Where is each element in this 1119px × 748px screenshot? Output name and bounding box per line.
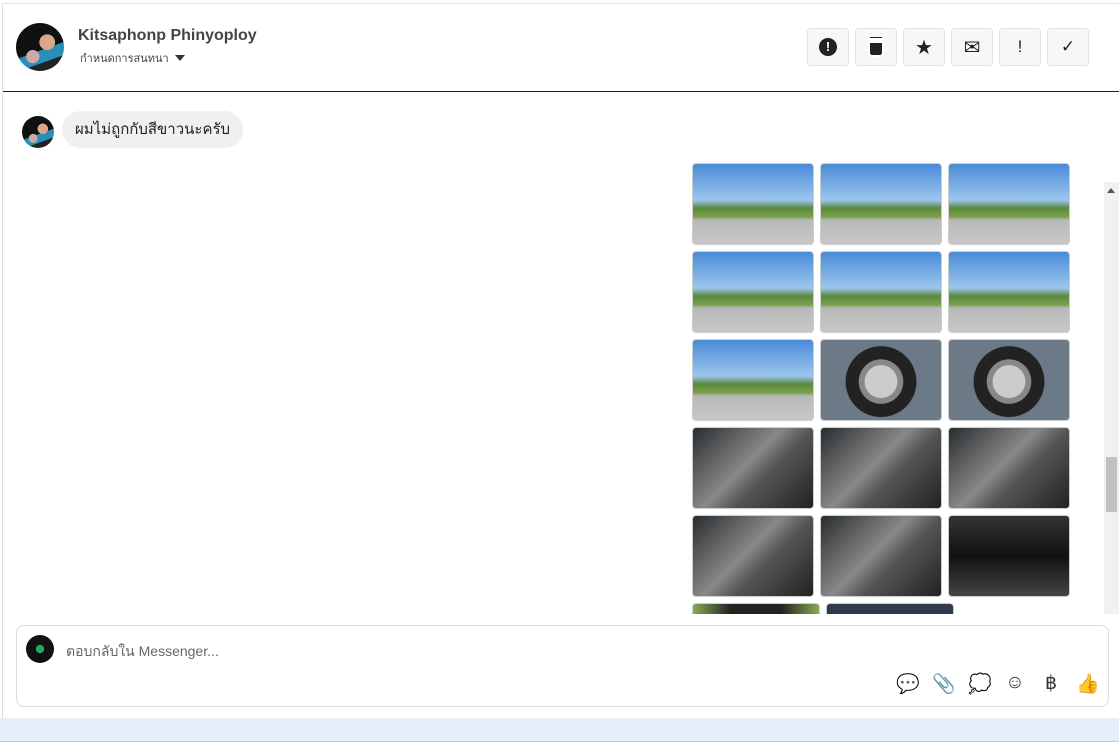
page-avatar (26, 635, 54, 663)
saved-reply-icon[interactable]: 💬 (896, 672, 920, 696)
caret-down-icon (174, 55, 185, 61)
header-toolbar: ! ★ ✉ ! ✓ (807, 28, 1089, 66)
conversation-header: Kitsaphonp Phinyoploy กำหนดการสนทนา ! ★ … (3, 4, 1119, 92)
star-button[interactable]: ★ (903, 28, 945, 66)
photo-thumbnail[interactable] (692, 339, 814, 421)
mark-done-button[interactable]: ✓ (1047, 28, 1089, 66)
conversation-panel: Kitsaphonp Phinyoploy กำหนดการสนทนา ! ★ … (2, 3, 1119, 718)
photo-thumbnail[interactable] (692, 251, 814, 333)
baht-icon[interactable]: ฿ (1040, 672, 1062, 696)
message-scrollbar[interactable] (1104, 182, 1119, 614)
photo-thumbnail[interactable] (820, 339, 942, 421)
photo-thumbnail[interactable] (948, 339, 1070, 421)
mark-unread-button[interactable]: ✉ (951, 28, 993, 66)
photo-grid (692, 163, 1070, 597)
reply-composer[interactable]: ตอบกลับใน Messenger... 💬 📎 💭 ☺ ฿ 👍 (16, 625, 1109, 707)
message-list: ผมไม่ถูกกับสีขาวนะครับ (3, 93, 1119, 614)
bottom-bar (0, 718, 1119, 742)
photo-thumbnail[interactable] (948, 251, 1070, 333)
chat-dots-icon[interactable]: 💭 (968, 672, 992, 696)
spam-button[interactable]: ! (807, 28, 849, 66)
photo-thumbnail[interactable] (820, 163, 942, 245)
follow-up-button[interactable]: ! (999, 28, 1041, 66)
exclamation-icon: ! (1017, 37, 1023, 56)
sender-avatar (22, 116, 54, 148)
scrollbar-thumb[interactable] (1106, 457, 1117, 512)
photo-thumbnail[interactable] (948, 163, 1070, 245)
photo-thumbnail[interactable] (820, 251, 942, 333)
conversation-settings-label: กำหนดการสนทนา (80, 53, 169, 65)
photo-thumbnail[interactable] (826, 603, 954, 614)
conversation-settings-dropdown[interactable]: กำหนดการสนทนา (80, 49, 185, 67)
mail-open-icon: ✉ (963, 36, 981, 59)
photo-row-partial (692, 603, 954, 614)
star-icon: ★ (915, 36, 933, 59)
alert-circle-icon: ! (819, 38, 837, 56)
trash-icon (868, 37, 884, 57)
contact-name[interactable]: Kitsaphonp Phinyoploy (78, 27, 257, 45)
photo-thumbnail[interactable] (948, 515, 1070, 597)
attachment-icon[interactable]: 📎 (932, 672, 956, 696)
contact-avatar[interactable] (16, 23, 64, 71)
reply-input[interactable]: ตอบกลับใน Messenger... (66, 641, 219, 663)
check-icon: ✓ (1060, 37, 1076, 56)
delete-button[interactable] (855, 28, 897, 66)
photo-thumbnail[interactable] (692, 163, 814, 245)
photo-thumbnail[interactable] (948, 427, 1070, 509)
emoji-icon[interactable]: ☺ (1004, 672, 1026, 696)
scroll-up-icon[interactable] (1107, 188, 1115, 193)
photo-thumbnail[interactable] (692, 427, 814, 509)
photo-thumbnail[interactable] (820, 515, 942, 597)
photo-thumbnail[interactable] (692, 603, 820, 614)
photo-thumbnail[interactable] (820, 427, 942, 509)
message-bubble: ผมไม่ถูกกับสีขาวนะครับ (62, 111, 244, 148)
composer-toolbar: 💬 📎 💭 ☺ ฿ 👍 (896, 672, 1100, 696)
thumbs-up-icon[interactable]: 👍 (1076, 672, 1100, 696)
photo-thumbnail[interactable] (692, 515, 814, 597)
